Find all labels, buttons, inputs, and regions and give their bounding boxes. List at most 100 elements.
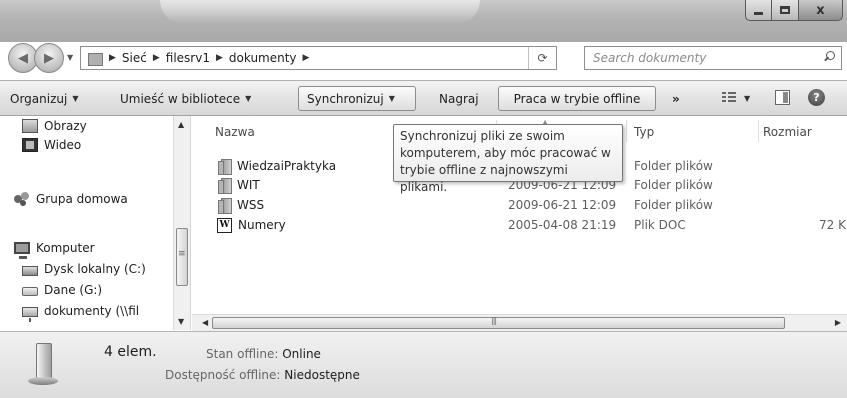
view-options-dropdown[interactable]: ▼: [744, 94, 750, 103]
navigation-pane: Obrazy Wideo Grupa domowa Komputer Dysk …: [0, 116, 190, 330]
table-row[interactable]: WSS 2009-06-21 12:09 Folder plików: [191, 195, 847, 215]
file-name: WiedzaiPraktyka: [237, 159, 337, 173]
chevron-right-icon[interactable]: ▶: [153, 53, 160, 63]
include-in-library-button[interactable]: Umieść w bibliotece ▼: [112, 86, 259, 111]
column-header-name[interactable]: Nazwa: [215, 122, 255, 142]
nav-item-videos[interactable]: Wideo: [22, 135, 81, 155]
file-date: 2005-04-08 21:19: [508, 218, 617, 232]
scroll-right-icon[interactable]: ▶: [835, 318, 841, 327]
search-input[interactable]: [593, 51, 813, 65]
maximize-icon: [780, 6, 790, 14]
column-header-type[interactable]: Typ: [634, 122, 654, 142]
column-type-label: Typ: [634, 125, 655, 139]
homegroup-icon: [14, 192, 30, 206]
burn-button[interactable]: Nagraj: [431, 86, 487, 111]
table-row[interactable]: W Numery 2005-04-08 21:19 Plik DOC 72 K: [191, 215, 847, 235]
offline-availability-label: Dostępność offline:: [165, 368, 281, 382]
address-row: ◀ ▶ ▼ ▶ Sieć ▶ filesrv1 ▶ dokumenty ▶ ▼ …: [0, 38, 847, 80]
minimize-icon: [754, 11, 763, 15]
computer-icon: [14, 242, 30, 259]
organize-button[interactable]: Organizuj ▼: [2, 86, 86, 111]
more-commands-button[interactable]: »: [664, 86, 688, 111]
sync-button[interactable]: Synchronizuj ▼: [298, 86, 416, 111]
work-offline-label: Praca w trybie offline: [513, 91, 641, 106]
video-icon: [22, 138, 38, 152]
include-in-library-label: Umieść w bibliotece: [120, 91, 241, 106]
scroll-left-icon[interactable]: ◀: [202, 318, 208, 327]
tooltip-line: trybie offline z najnowszymi plikami.: [400, 163, 568, 194]
search-icon[interactable]: [823, 51, 835, 63]
chevron-right-icon[interactable]: ▶: [216, 53, 223, 63]
scroll-up-icon[interactable]: ▲: [178, 120, 184, 129]
arrow-left-icon: ◀: [18, 50, 28, 66]
chevron-down-icon: ▼: [72, 94, 79, 103]
chevron-right-icon[interactable]: ▶: [303, 53, 310, 63]
recent-pages-dropdown[interactable]: ▼: [67, 53, 73, 62]
burn-label: Nagraj: [439, 91, 479, 106]
nav-item-label: dokumenty (\\fil: [44, 304, 140, 318]
title-bar: x: [0, 0, 847, 42]
scrollbar-thumb[interactable]: [176, 228, 188, 286]
breadcrumb-network[interactable]: Sieć: [122, 51, 147, 65]
work-offline-button[interactable]: Praca w trybie offline: [498, 86, 656, 111]
nav-item-computer[interactable]: Komputer: [14, 238, 95, 259]
breadcrumb-server[interactable]: filesrv1: [166, 51, 210, 65]
nav-item-label: Komputer: [36, 241, 95, 255]
folder-icon: [217, 197, 232, 214]
nav-item-pictures[interactable]: Obrazy: [22, 116, 87, 136]
change-view-icon[interactable]: [722, 92, 736, 104]
file-name-cell[interactable]: WIT: [217, 175, 260, 195]
nav-item-homegroup[interactable]: Grupa domowa: [14, 189, 128, 209]
nav-item-label: Grupa domowa: [36, 192, 128, 206]
column-divider[interactable]: [626, 120, 627, 142]
pictures-icon: [22, 119, 38, 133]
help-icon[interactable]: ?: [808, 89, 825, 106]
navigation-pane-scrollbar[interactable]: ▲ ▼: [173, 116, 190, 330]
file-size: 72 K: [819, 218, 846, 232]
tooltip-line: Synchronizuj pliki ze swoim: [400, 129, 565, 143]
more-label: »: [672, 91, 680, 106]
refresh-icon[interactable]: ⟳: [528, 47, 556, 69]
chevron-down-icon: ▼: [388, 94, 395, 103]
tooltip-line: komputerem, aby móc pracować w: [400, 146, 611, 160]
offline-status: Stan offline: Online: [206, 347, 321, 361]
file-type: Folder plików: [634, 178, 713, 192]
forward-button[interactable]: ▶: [34, 43, 64, 73]
minimize-button[interactable]: [745, 0, 772, 21]
breadcrumb-folder[interactable]: dokumenty: [229, 51, 297, 65]
file-type: Plik DOC: [634, 218, 686, 232]
nav-item-label: Dane (G:): [44, 283, 103, 297]
window-controls: x: [745, 0, 843, 21]
scrollbar-thumb[interactable]: [212, 316, 785, 329]
nav-item-network-drive[interactable]: dokumenty (\\fil: [22, 301, 140, 322]
close-button[interactable]: x: [799, 0, 843, 21]
search-box[interactable]: [584, 46, 842, 70]
chevron-right-icon[interactable]: ▶: [109, 53, 116, 63]
offline-status-label: Stan offline:: [206, 347, 279, 361]
file-name: WIT: [237, 178, 260, 192]
file-name-cell[interactable]: W Numery: [217, 215, 286, 235]
column-header-size[interactable]: Rozmiar: [763, 122, 812, 142]
nav-item-label: Wideo: [44, 138, 82, 152]
drive-icon: [22, 287, 38, 296]
file-type: Folder plików: [634, 159, 713, 173]
address-bar[interactable]: ▶ Sieć ▶ filesrv1 ▶ dokumenty ▶ ▼ ⟳: [80, 46, 600, 70]
sync-label: Synchronizuj: [307, 91, 384, 106]
command-bar: Organizuj ▼ Umieść w bibliotece ▼ Synchron…: [0, 80, 847, 116]
disk-icon: [22, 265, 38, 276]
file-list-horizontal-scrollbar[interactable]: ◀ ▶: [192, 314, 847, 331]
column-divider[interactable]: [758, 120, 759, 142]
scroll-down-icon[interactable]: ▼: [178, 317, 184, 326]
network-folder-icon: [87, 50, 103, 66]
column-name-label: Nazwa: [215, 125, 255, 139]
file-name-cell[interactable]: WSS: [217, 195, 264, 215]
folder-icon: [217, 158, 232, 175]
nav-item-local-disk[interactable]: Dysk lokalny (C:): [22, 259, 146, 279]
preview-pane-icon[interactable]: [775, 90, 790, 105]
nav-item-data-drive[interactable]: Dane (G:): [22, 280, 102, 300]
folder-icon: [217, 177, 232, 194]
offline-status-value: Online: [282, 347, 321, 361]
file-name-cell[interactable]: WiedzaiPraktyka: [217, 156, 336, 176]
file-name: WSS: [237, 198, 265, 212]
maximize-button[interactable]: [772, 0, 799, 21]
